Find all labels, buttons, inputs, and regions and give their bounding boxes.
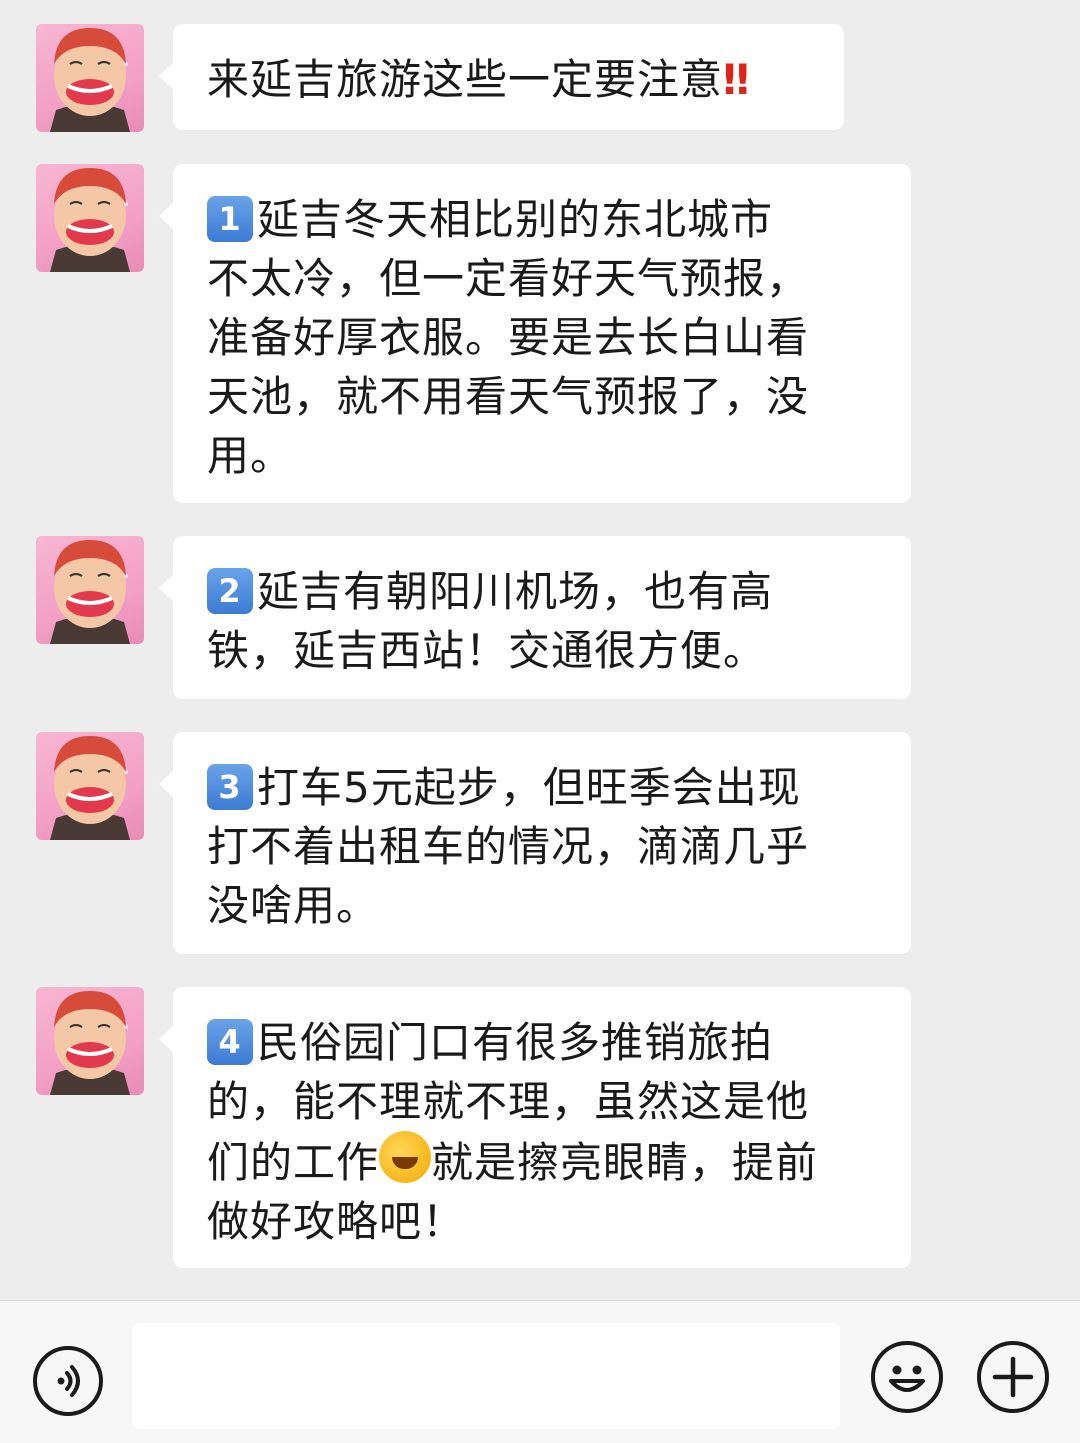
avatar[interactable] xyxy=(36,164,144,272)
message-line: 的，能不理就不理，虽然这是他 xyxy=(207,1077,810,1126)
message-line: 没啥用。 xyxy=(207,881,380,930)
message-line: 们的工作 xyxy=(207,1138,380,1187)
message-bubble[interactable]: 3 打车5元起步，但旺季会出现 打不着出租车的情况，滴滴几乎 没啥用。 xyxy=(159,732,911,954)
message-line: 做好攻略吧！ xyxy=(207,1197,466,1246)
avatar[interactable] xyxy=(36,536,144,644)
avatar[interactable] xyxy=(36,987,144,1095)
message-text: 来延吉旅游这些一定要注意 xyxy=(207,55,724,104)
message-input[interactable] xyxy=(132,1323,840,1429)
laughing-crying-emoji-icon xyxy=(379,1131,432,1183)
keycap-number-icon: 1 xyxy=(207,196,253,242)
avatar[interactable] xyxy=(36,24,144,132)
smiley-icon xyxy=(889,1365,925,1392)
message-line: 铁，延吉西站！交通很方便。 xyxy=(207,626,767,675)
input-toolbar xyxy=(0,1300,1080,1443)
keycap-number-icon: 4 xyxy=(207,1019,253,1065)
voice-icon xyxy=(57,1365,80,1397)
message-line: 打不着出租车的情况，滴滴几乎 xyxy=(207,822,810,871)
message-line: 用。 xyxy=(207,431,294,480)
plus-icon xyxy=(992,1356,1034,1398)
voice-button[interactable] xyxy=(33,1346,103,1416)
message-line: 延吉冬天相比别的东北城市 xyxy=(257,195,774,244)
message-line: 准备好厚衣服。要是去长白山看 xyxy=(207,313,810,362)
keycap-number-icon: 2 xyxy=(207,568,253,614)
avatar[interactable] xyxy=(36,732,144,840)
message-bubble[interactable]: 4 民俗园门口有很多推销旅拍 的，能不理就不理，虽然这是他 们的工作 就是擦亮眼睛，… xyxy=(159,987,911,1268)
message-line: 打车5元起步，但旺季会出现 xyxy=(257,763,801,812)
message-line: 天池，就不用看天气预报了，没 xyxy=(207,372,810,421)
message-line: 延吉有朝阳川机场，也有高 xyxy=(257,567,774,616)
message-line: 不太冷，但一定看好天气预报， xyxy=(207,254,810,303)
emoji-button[interactable] xyxy=(871,1341,943,1413)
double-exclamation-icon: ‼ xyxy=(723,55,749,104)
keycap-number-icon: 3 xyxy=(207,764,253,810)
message-line: 就是擦亮眼睛，提前 xyxy=(431,1138,819,1187)
more-button[interactable] xyxy=(977,1341,1049,1413)
message-bubble[interactable]: 来延吉旅游这些一定要注意‼ xyxy=(159,24,844,130)
chat-area[interactable]: 来延吉旅游这些一定要注意‼ 1 延吉冬天相比别的东北城市 不太冷，但一定看好天气预… xyxy=(0,0,1080,1300)
message-bubble[interactable]: 2 延吉有朝阳川机场，也有高 铁，延吉西站！交通很方便。 xyxy=(159,536,911,699)
message-bubble[interactable]: 1 延吉冬天相比别的东北城市 不太冷，但一定看好天气预报， 准备好厚衣服。要是去长… xyxy=(159,164,911,503)
message-line: 民俗园门口有很多推销旅拍 xyxy=(257,1018,774,1067)
